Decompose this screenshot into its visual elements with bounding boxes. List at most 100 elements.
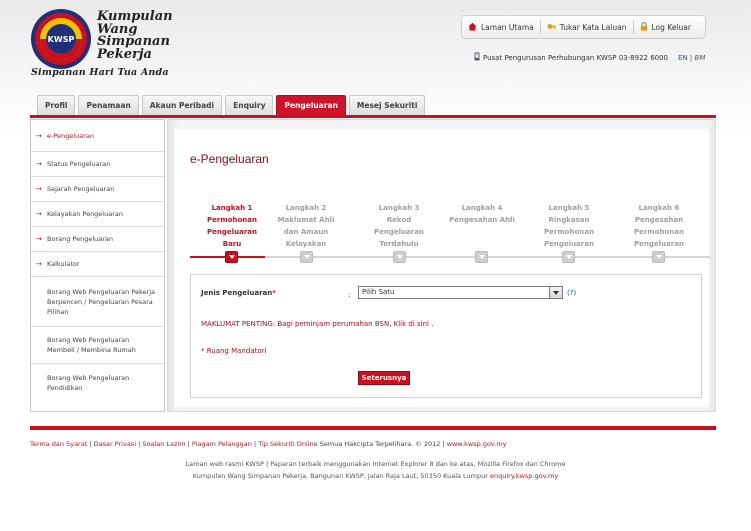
logo-emblem-text: KWSP bbox=[48, 35, 75, 44]
sidebar: → e-Pengeluaran → Status Pengeluaran → S… bbox=[30, 119, 165, 412]
arrow-icon: → bbox=[36, 185, 42, 193]
sidebar-item-kelayakan-pengeluaran[interactable]: → Kelayakan Pengeluaran bbox=[31, 202, 164, 227]
change-password-label: Tukar Kata Laluan bbox=[559, 22, 627, 32]
main-nav-tabs: Profil Penamaan Akaun Peribadi Enquiry P… bbox=[37, 95, 428, 115]
tab-akaun-peribadi[interactable]: Akaun Peribadi bbox=[141, 95, 223, 115]
sidebar-item-label: Sejarah Pengeluaran bbox=[47, 185, 115, 193]
arrow-icon: → bbox=[36, 235, 42, 243]
step-1-label: Langkah 1 Permohonan Pengeluaran Baru bbox=[197, 202, 267, 250]
step-2-marker bbox=[300, 251, 313, 263]
sidebar-item-borang-web-rumah[interactable]: Borang Web Pengeluaran Membeli / Membina… bbox=[31, 327, 164, 364]
arrow-icon: → bbox=[36, 131, 42, 140]
kwsp-logo-emblem: KWSP bbox=[30, 8, 92, 70]
logout-label: Log Keluar bbox=[651, 22, 691, 32]
step-line: Langkah 5 bbox=[548, 204, 590, 212]
language-switch: EN | BM bbox=[678, 54, 705, 62]
step-5-label: Langkah 5 Ringkasan Permohonan Pengeluar… bbox=[534, 202, 604, 250]
footer-site-link[interactable]: www.kwsp.gov.my bbox=[447, 440, 507, 448]
field-colon: : bbox=[348, 291, 351, 299]
contact-text: Pusat Pengurusan Perhubungan KWSP 03-892… bbox=[483, 53, 669, 62]
required-mark: * bbox=[272, 289, 276, 297]
phone-icon bbox=[474, 52, 480, 63]
footer-link-soalan[interactable]: Soalan Lazim bbox=[142, 440, 185, 448]
home-link-label: Laman Utama bbox=[481, 22, 534, 32]
home-link[interactable]: Laman Utama bbox=[462, 22, 540, 33]
home-icon bbox=[468, 22, 477, 33]
withdrawal-type-select[interactable]: Pilih Satu bbox=[358, 286, 563, 299]
footer-link-piagam[interactable]: Piagam Pelanggan bbox=[192, 440, 252, 448]
sidebar-item-borang-web-pendidikan[interactable]: Borang Web Pengeluaran Pendidikan bbox=[31, 364, 164, 402]
copyright-text: Semua Hakcipta Terpelihara. © 2012 | bbox=[319, 440, 445, 448]
withdrawal-form: Jenis Pengeluaran* : Pilih Satu (?) MAKL… bbox=[190, 274, 702, 398]
step-line: Langkah 4 bbox=[461, 204, 503, 212]
key-icon bbox=[547, 22, 556, 33]
footer-link-terma[interactable]: Terma dan Syarat bbox=[30, 440, 87, 448]
withdrawal-type-label: Jenis Pengeluaran* bbox=[201, 289, 276, 297]
footer-red-rule bbox=[30, 426, 716, 430]
sidebar-item-borang-pengeluaran[interactable]: → Borang Pengeluaran bbox=[31, 227, 164, 252]
step-line: Permohonan bbox=[634, 228, 684, 236]
lang-bm-link[interactable]: BM bbox=[695, 54, 706, 62]
step-line: Pengeluaran bbox=[544, 240, 594, 248]
step-4-label: Langkah 4 Pengesahan Ahli bbox=[447, 202, 517, 226]
lang-en-link[interactable]: EN bbox=[678, 54, 688, 62]
step-line: Langkah 2 bbox=[285, 204, 327, 212]
change-password-link[interactable]: Tukar Kata Laluan bbox=[541, 22, 633, 33]
tab-mesej-sekuriti[interactable]: Mesej Sekuriti bbox=[348, 95, 426, 115]
step-line: Permohonan bbox=[207, 216, 257, 224]
tab-penamaan[interactable]: Penamaan bbox=[78, 95, 139, 115]
step-1-marker bbox=[225, 251, 238, 263]
step-line: dan Amaun bbox=[283, 228, 329, 236]
sidebar-item-status-pengeluaran[interactable]: → Status Pengeluaran bbox=[31, 152, 164, 177]
logo-line: Pekerja bbox=[97, 46, 152, 62]
logo-tagline: Simpanan Hari Tua Anda bbox=[31, 67, 169, 78]
step-line: Langkah 6 bbox=[638, 204, 680, 212]
mandatory-note: * Ruang Mandatori bbox=[201, 347, 267, 355]
sidebar-item-label: Borang Web Pengeluaran Pendidikan bbox=[47, 374, 130, 392]
sidebar-item-e-pengeluaran[interactable]: → e-Pengeluaran bbox=[31, 120, 164, 152]
arrow-icon: → bbox=[36, 260, 42, 268]
step-6-marker bbox=[652, 251, 665, 263]
footer-info-line-1: Laman web rasmi KWSP | Paparan terbaik m… bbox=[185, 460, 566, 468]
sidebar-item-sejarah-pengeluaran[interactable]: → Sejarah Pengeluaran bbox=[31, 177, 164, 202]
lang-separator: | bbox=[689, 53, 693, 62]
step-5-marker bbox=[562, 251, 575, 263]
sidebar-item-borang-web-pesara[interactable]: Borang Web Pengeluaran Pekerja Berpencen… bbox=[31, 277, 164, 327]
tab-enquiry[interactable]: Enquiry bbox=[225, 95, 274, 115]
enquiry-link[interactable]: enquiry.kwsp.gov.my bbox=[490, 472, 558, 480]
step-line: Pengeluaran bbox=[634, 240, 684, 248]
step-line: Rekod Pengeluaran bbox=[374, 216, 424, 236]
sidebar-item-label: Status Pengeluaran bbox=[47, 160, 111, 168]
tab-pengeluaran[interactable]: Pengeluaran bbox=[276, 95, 346, 115]
arrow-icon: → bbox=[36, 210, 42, 218]
tab-profil[interactable]: Profil bbox=[37, 95, 76, 115]
important-notice[interactable]: MAKLUMAT PENTING: Bagi peminjam perumaha… bbox=[201, 320, 433, 328]
step-3-marker bbox=[393, 251, 406, 263]
logout-link[interactable]: Log Keluar bbox=[634, 21, 697, 33]
sidebar-item-label: Borang Pengeluaran bbox=[47, 235, 114, 243]
sidebar-item-kalkulator[interactable]: → Kalkulator bbox=[31, 252, 164, 277]
step-line: Terdahulu bbox=[379, 240, 419, 248]
step-line: Permohonan bbox=[544, 228, 594, 236]
withdrawal-type-label-text: Jenis Pengeluaran bbox=[201, 289, 273, 297]
step-2-label: Langkah 2 Maklumat Ahli dan Amaun Kelaya… bbox=[271, 202, 341, 250]
lock-icon bbox=[640, 21, 648, 33]
chevron-down-icon[interactable] bbox=[549, 287, 562, 298]
contact-info: Pusat Pengurusan Perhubungan KWSP 03-892… bbox=[474, 52, 705, 63]
footer-links: Terma dan Syarat | Dasar Privasi | Soala… bbox=[30, 440, 507, 448]
sidebar-item-label: e-Pengeluaran bbox=[47, 131, 94, 140]
next-button[interactable]: Seterusnya bbox=[358, 371, 410, 385]
step-line: Ringkasan bbox=[548, 216, 590, 224]
footer-link-privasi[interactable]: Dasar Privasi bbox=[94, 440, 136, 448]
step-line: Langkah 3 bbox=[378, 204, 420, 212]
logo-wordmark: Kumpulan Wang Simpanan Pekerja bbox=[97, 10, 173, 62]
step-line: Maklumat Ahli bbox=[277, 216, 335, 224]
sidebar-item-label: Borang Web Pengeluaran Membeli / Membina… bbox=[47, 336, 136, 354]
address-text: Kumpulan Wang Simpanan Pekerja, Bangunan… bbox=[192, 472, 488, 480]
step-line: Pengesahan bbox=[634, 216, 684, 224]
footer-link-tip-sekuriti[interactable]: Tip Sekuriti Online bbox=[258, 440, 317, 448]
help-link[interactable]: (?) bbox=[567, 289, 576, 297]
main-panel: e-Pengeluaran Langkah 1 Permohonan Penge… bbox=[167, 119, 716, 412]
top-links-bar: Laman Utama Tukar Kata Laluan Log Keluar bbox=[461, 15, 706, 39]
sidebar-item-label: Kalkulator bbox=[47, 260, 80, 268]
